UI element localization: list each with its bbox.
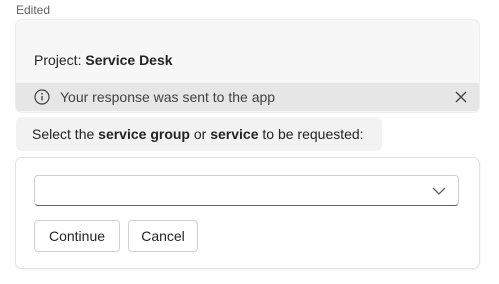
prompt-part: Select the <box>32 126 99 142</box>
service-selection-form: Continue Cancel <box>16 158 479 268</box>
prompt-bold-service: service <box>210 126 259 142</box>
continue-button[interactable]: Continue <box>34 220 120 252</box>
prompt-bubble: Select the service group or service to b… <box>16 117 382 151</box>
notice-text: Your response was sent to the app <box>60 89 276 105</box>
close-icon[interactable] <box>453 89 469 105</box>
project-line: Project: Service Desk <box>34 52 173 68</box>
cancel-button[interactable]: Cancel <box>128 220 198 252</box>
adaptive-card: Project: Service Desk Your response was … <box>16 20 479 112</box>
service-dropdown[interactable] <box>34 175 459 206</box>
chevron-down-icon <box>432 187 446 195</box>
prompt-text: Select the service group or service to b… <box>32 126 364 142</box>
info-icon <box>34 89 50 105</box>
prompt-part: to be requested: <box>258 126 364 142</box>
prompt-bold-service-group: service group <box>98 126 190 142</box>
project-label: Project: <box>34 52 86 68</box>
project-name: Service Desk <box>85 52 173 68</box>
response-notice-bar: Your response was sent to the app <box>16 83 479 111</box>
edited-label: Edited <box>16 3 51 17</box>
prompt-part: or <box>189 126 211 142</box>
